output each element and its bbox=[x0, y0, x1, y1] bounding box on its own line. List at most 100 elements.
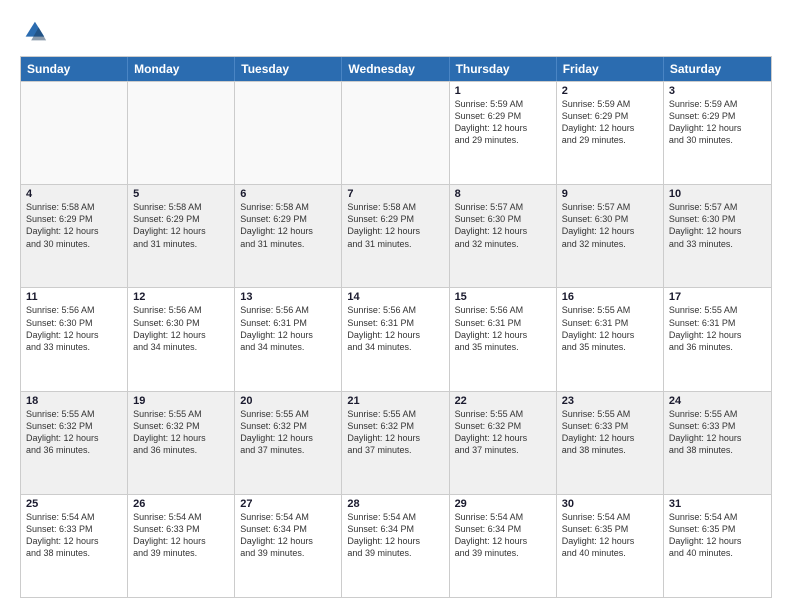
calendar-cell: 30Sunrise: 5:54 AM Sunset: 6:35 PM Dayli… bbox=[557, 495, 664, 597]
calendar-header-row: SundayMondayTuesdayWednesdayThursdayFrid… bbox=[21, 57, 771, 81]
calendar-cell: 11Sunrise: 5:56 AM Sunset: 6:30 PM Dayli… bbox=[21, 288, 128, 390]
cell-text: Sunrise: 5:54 AM Sunset: 6:35 PM Dayligh… bbox=[562, 511, 658, 560]
calendar-body: 1Sunrise: 5:59 AM Sunset: 6:29 PM Daylig… bbox=[21, 81, 771, 597]
day-number: 5 bbox=[133, 188, 229, 200]
calendar-cell: 3Sunrise: 5:59 AM Sunset: 6:29 PM Daylig… bbox=[664, 82, 771, 184]
cell-text: Sunrise: 5:54 AM Sunset: 6:34 PM Dayligh… bbox=[240, 511, 336, 560]
calendar-cell: 24Sunrise: 5:55 AM Sunset: 6:33 PM Dayli… bbox=[664, 392, 771, 494]
calendar-cell: 6Sunrise: 5:58 AM Sunset: 6:29 PM Daylig… bbox=[235, 185, 342, 287]
day-number: 7 bbox=[347, 188, 443, 200]
cell-text: Sunrise: 5:59 AM Sunset: 6:29 PM Dayligh… bbox=[669, 98, 766, 147]
calendar-cell: 23Sunrise: 5:55 AM Sunset: 6:33 PM Dayli… bbox=[557, 392, 664, 494]
day-number: 22 bbox=[455, 395, 551, 407]
calendar-cell: 16Sunrise: 5:55 AM Sunset: 6:31 PM Dayli… bbox=[557, 288, 664, 390]
calendar-cell: 10Sunrise: 5:57 AM Sunset: 6:30 PM Dayli… bbox=[664, 185, 771, 287]
empty-cell bbox=[128, 82, 235, 184]
day-number: 9 bbox=[562, 188, 658, 200]
day-number: 24 bbox=[669, 395, 766, 407]
day-number: 15 bbox=[455, 291, 551, 303]
cell-text: Sunrise: 5:55 AM Sunset: 6:31 PM Dayligh… bbox=[669, 304, 766, 353]
cell-text: Sunrise: 5:54 AM Sunset: 6:33 PM Dayligh… bbox=[133, 511, 229, 560]
calendar-row: 18Sunrise: 5:55 AM Sunset: 6:32 PM Dayli… bbox=[21, 391, 771, 494]
day-number: 12 bbox=[133, 291, 229, 303]
calendar-header-cell: Wednesday bbox=[342, 57, 449, 81]
calendar-row: 25Sunrise: 5:54 AM Sunset: 6:33 PM Dayli… bbox=[21, 494, 771, 597]
calendar-cell: 18Sunrise: 5:55 AM Sunset: 6:32 PM Dayli… bbox=[21, 392, 128, 494]
day-number: 30 bbox=[562, 498, 658, 510]
cell-text: Sunrise: 5:59 AM Sunset: 6:29 PM Dayligh… bbox=[562, 98, 658, 147]
calendar-cell: 31Sunrise: 5:54 AM Sunset: 6:35 PM Dayli… bbox=[664, 495, 771, 597]
calendar-header-cell: Thursday bbox=[450, 57, 557, 81]
cell-text: Sunrise: 5:54 AM Sunset: 6:35 PM Dayligh… bbox=[669, 511, 766, 560]
cell-text: Sunrise: 5:55 AM Sunset: 6:32 PM Dayligh… bbox=[455, 408, 551, 457]
cell-text: Sunrise: 5:56 AM Sunset: 6:31 PM Dayligh… bbox=[240, 304, 336, 353]
cell-text: Sunrise: 5:58 AM Sunset: 6:29 PM Dayligh… bbox=[26, 201, 122, 250]
calendar-cell: 29Sunrise: 5:54 AM Sunset: 6:34 PM Dayli… bbox=[450, 495, 557, 597]
calendar-cell: 12Sunrise: 5:56 AM Sunset: 6:30 PM Dayli… bbox=[128, 288, 235, 390]
calendar-cell: 13Sunrise: 5:56 AM Sunset: 6:31 PM Dayli… bbox=[235, 288, 342, 390]
calendar-row: 1Sunrise: 5:59 AM Sunset: 6:29 PM Daylig… bbox=[21, 81, 771, 184]
logo-icon bbox=[20, 18, 48, 46]
day-number: 17 bbox=[669, 291, 766, 303]
calendar-cell: 19Sunrise: 5:55 AM Sunset: 6:32 PM Dayli… bbox=[128, 392, 235, 494]
calendar-header-cell: Saturday bbox=[664, 57, 771, 81]
day-number: 21 bbox=[347, 395, 443, 407]
day-number: 26 bbox=[133, 498, 229, 510]
calendar-cell: 8Sunrise: 5:57 AM Sunset: 6:30 PM Daylig… bbox=[450, 185, 557, 287]
calendar-cell: 7Sunrise: 5:58 AM Sunset: 6:29 PM Daylig… bbox=[342, 185, 449, 287]
day-number: 16 bbox=[562, 291, 658, 303]
empty-cell bbox=[342, 82, 449, 184]
cell-text: Sunrise: 5:56 AM Sunset: 6:31 PM Dayligh… bbox=[455, 304, 551, 353]
calendar-cell: 4Sunrise: 5:58 AM Sunset: 6:29 PM Daylig… bbox=[21, 185, 128, 287]
calendar-cell: 5Sunrise: 5:58 AM Sunset: 6:29 PM Daylig… bbox=[128, 185, 235, 287]
day-number: 14 bbox=[347, 291, 443, 303]
day-number: 11 bbox=[26, 291, 122, 303]
day-number: 20 bbox=[240, 395, 336, 407]
calendar-row: 4Sunrise: 5:58 AM Sunset: 6:29 PM Daylig… bbox=[21, 184, 771, 287]
cell-text: Sunrise: 5:55 AM Sunset: 6:32 PM Dayligh… bbox=[240, 408, 336, 457]
cell-text: Sunrise: 5:56 AM Sunset: 6:30 PM Dayligh… bbox=[133, 304, 229, 353]
day-number: 18 bbox=[26, 395, 122, 407]
day-number: 13 bbox=[240, 291, 336, 303]
cell-text: Sunrise: 5:55 AM Sunset: 6:32 PM Dayligh… bbox=[26, 408, 122, 457]
cell-text: Sunrise: 5:59 AM Sunset: 6:29 PM Dayligh… bbox=[455, 98, 551, 147]
calendar-cell: 15Sunrise: 5:56 AM Sunset: 6:31 PM Dayli… bbox=[450, 288, 557, 390]
calendar-cell: 2Sunrise: 5:59 AM Sunset: 6:29 PM Daylig… bbox=[557, 82, 664, 184]
calendar-cell: 21Sunrise: 5:55 AM Sunset: 6:32 PM Dayli… bbox=[342, 392, 449, 494]
empty-cell bbox=[235, 82, 342, 184]
day-number: 1 bbox=[455, 85, 551, 97]
calendar-cell: 17Sunrise: 5:55 AM Sunset: 6:31 PM Dayli… bbox=[664, 288, 771, 390]
empty-cell bbox=[21, 82, 128, 184]
day-number: 10 bbox=[669, 188, 766, 200]
calendar-cell: 9Sunrise: 5:57 AM Sunset: 6:30 PM Daylig… bbox=[557, 185, 664, 287]
day-number: 25 bbox=[26, 498, 122, 510]
calendar-cell: 1Sunrise: 5:59 AM Sunset: 6:29 PM Daylig… bbox=[450, 82, 557, 184]
day-number: 19 bbox=[133, 395, 229, 407]
calendar-header-cell: Sunday bbox=[21, 57, 128, 81]
day-number: 28 bbox=[347, 498, 443, 510]
day-number: 23 bbox=[562, 395, 658, 407]
day-number: 3 bbox=[669, 85, 766, 97]
calendar-row: 11 Sunrise: 5:56 AM Sunset: 6:30 PM Dayli… bbox=[21, 287, 771, 390]
cell-text: Sunrise: 5:56 AM Sunset: 6:31 PM Dayligh… bbox=[347, 304, 443, 353]
day-number: 8 bbox=[455, 188, 551, 200]
cell-text: Sunrise: 5:54 AM Sunset: 6:33 PM Dayligh… bbox=[26, 511, 122, 560]
cell-text: Sunrise: 5:55 AM Sunset: 6:31 PM Dayligh… bbox=[562, 304, 658, 353]
cell-text: Sunrise: 5:55 AM Sunset: 6:32 PM Dayligh… bbox=[347, 408, 443, 457]
day-number: 4 bbox=[26, 188, 122, 200]
day-number: 29 bbox=[455, 498, 551, 510]
calendar: SundayMondayTuesdayWednesdayThursdayFrid… bbox=[20, 56, 772, 598]
cell-text: Sunrise: 5:57 AM Sunset: 6:30 PM Dayligh… bbox=[562, 201, 658, 250]
calendar-cell: 14Sunrise: 5:56 AM Sunset: 6:31 PM Dayli… bbox=[342, 288, 449, 390]
calendar-cell: 25Sunrise: 5:54 AM Sunset: 6:33 PM Dayli… bbox=[21, 495, 128, 597]
calendar-cell: 27Sunrise: 5:54 AM Sunset: 6:34 PM Dayli… bbox=[235, 495, 342, 597]
calendar-header-cell: Friday bbox=[557, 57, 664, 81]
logo bbox=[20, 18, 52, 46]
calendar-cell: 22Sunrise: 5:55 AM Sunset: 6:32 PM Dayli… bbox=[450, 392, 557, 494]
cell-text: Sunrise: 5:55 AM Sunset: 6:32 PM Dayligh… bbox=[133, 408, 229, 457]
calendar-cell: 26Sunrise: 5:54 AM Sunset: 6:33 PM Dayli… bbox=[128, 495, 235, 597]
day-number: 2 bbox=[562, 85, 658, 97]
page: SundayMondayTuesdayWednesdayThursdayFrid… bbox=[0, 0, 792, 612]
calendar-cell: 20Sunrise: 5:55 AM Sunset: 6:32 PM Dayli… bbox=[235, 392, 342, 494]
calendar-cell: 28Sunrise: 5:54 AM Sunset: 6:34 PM Dayli… bbox=[342, 495, 449, 597]
